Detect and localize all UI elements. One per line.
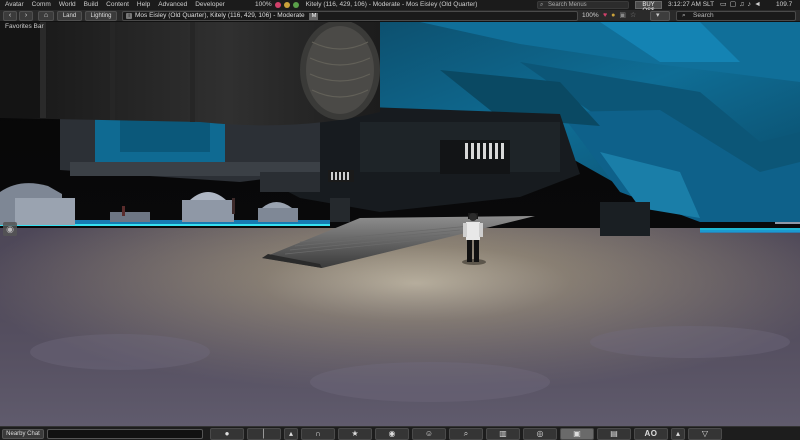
search-icon: ⌕ bbox=[463, 429, 469, 438]
voice-button[interactable]: ∩ bbox=[301, 428, 335, 440]
maturity-badge: M bbox=[309, 12, 319, 20]
nav-search-placeholder: Search bbox=[693, 12, 714, 19]
media-icon[interactable]: ▭ bbox=[720, 0, 727, 10]
info-icon[interactable]: i bbox=[126, 13, 132, 19]
back-button[interactable]: ‹ bbox=[3, 11, 17, 21]
toolbar-buttons: ● │ ▴ ∩ ★ ◉ ☺ ⌕ ▥ ◎ ▣ ▤ AO ▴ ▽ bbox=[210, 428, 722, 440]
chevron-up-icon: ▴ bbox=[675, 429, 680, 438]
music-icon[interactable]: ♫ bbox=[739, 0, 744, 10]
search-button[interactable]: ⌕ bbox=[449, 428, 483, 440]
location-text: Kitely (116, 429, 106) - Moderate - Mos … bbox=[305, 1, 478, 8]
menu-developer[interactable]: Developer bbox=[191, 0, 229, 10]
conversations-button[interactable]: ● bbox=[210, 428, 244, 440]
favorite-star-icon[interactable]: ☆ bbox=[630, 10, 636, 22]
speak-button[interactable]: │ bbox=[247, 428, 281, 440]
people-button[interactable]: ☺ bbox=[412, 428, 446, 440]
appearance-button[interactable]: ▽ bbox=[688, 428, 722, 440]
bottom-toolbar: Nearby Chat ● │ ▴ ∩ ★ ◉ ☺ ⌕ ▥ ◎ ▣ ▤ AO ▴… bbox=[0, 426, 800, 440]
camera-icon: ▣ bbox=[573, 429, 581, 438]
suitcase-icon: ▤ bbox=[610, 429, 618, 438]
menu-world[interactable]: World bbox=[55, 0, 80, 10]
menu-content[interactable]: Content bbox=[102, 0, 133, 10]
people-icon: ☺ bbox=[424, 429, 434, 438]
ao-button[interactable]: AO bbox=[634, 428, 668, 440]
menu-search-placeholder: Search Menus bbox=[548, 2, 587, 8]
health-icon bbox=[274, 2, 281, 8]
snapshot-button[interactable]: ▣ bbox=[560, 428, 594, 440]
minimap-button[interactable]: ◎ bbox=[523, 428, 557, 440]
voice-icon bbox=[283, 2, 290, 8]
search-icon: ⌕ bbox=[540, 2, 544, 8]
lighting-button[interactable]: Lighting bbox=[85, 11, 117, 21]
fps-counter: 109.7 bbox=[776, 1, 793, 8]
nearby-chat-button[interactable]: Nearby Chat bbox=[2, 429, 44, 439]
music-alt-icon[interactable]: ♪ bbox=[748, 0, 752, 10]
speaker-icon[interactable]: ◄ bbox=[754, 0, 761, 10]
shirt-icon: ▽ bbox=[701, 429, 709, 438]
land-button[interactable]: Land bbox=[57, 11, 82, 21]
address-text: Mos Eisley (Old Quarter), Kitely (116, 4… bbox=[135, 12, 305, 19]
ao-settings-button[interactable]: ▴ bbox=[671, 428, 685, 440]
menu-build[interactable]: Build bbox=[80, 0, 102, 10]
volume-level[interactable]: 100% bbox=[255, 0, 272, 10]
menu-help[interactable]: Help bbox=[133, 0, 154, 10]
menu-avatar[interactable]: Avatar bbox=[0, 0, 28, 10]
heart-icon[interactable]: ♥ bbox=[603, 10, 607, 22]
compass-icon: ◎ bbox=[536, 429, 544, 438]
chat-input[interactable] bbox=[47, 429, 203, 439]
chevron-down-icon: ▾ bbox=[656, 12, 660, 19]
headphones-icon: ∩ bbox=[315, 429, 321, 438]
address-bar[interactable]: i Mos Eisley (Old Quarter), Kitely (116,… bbox=[122, 11, 578, 21]
inventory-button[interactable]: ▤ bbox=[597, 428, 631, 440]
chevron-up-icon: ▴ bbox=[288, 429, 293, 438]
back-icon: ‹ bbox=[8, 12, 12, 19]
build-icon bbox=[292, 2, 299, 8]
script-icon[interactable]: ● bbox=[611, 10, 615, 22]
menu-status-area: 100% Kitely (116, 429, 106) - Moderate -… bbox=[255, 0, 477, 10]
buy-currency-button[interactable]: BUY OS$ bbox=[635, 1, 662, 14]
menu-comm[interactable]: Comm bbox=[28, 0, 55, 10]
nav-search-input[interactable]: ⌕ Search bbox=[676, 11, 796, 21]
view-button[interactable]: ◉ bbox=[375, 428, 409, 440]
speech-bubble-icon: ● bbox=[224, 429, 230, 438]
location-pin-icon[interactable]: ◉ bbox=[3, 222, 17, 236]
home-icon: ⌂ bbox=[43, 12, 49, 19]
search-icon: ⌕ bbox=[682, 12, 686, 19]
speak-settings-button[interactable]: ▴ bbox=[284, 428, 298, 440]
world-viewport[interactable]: ◉ bbox=[0, 22, 800, 426]
presence-icon[interactable]: ▢ bbox=[730, 0, 737, 10]
move-button[interactable]: ★ bbox=[338, 428, 372, 440]
clock: 3:12:27 AM SLT bbox=[668, 1, 715, 8]
eye-icon: ◉ bbox=[388, 429, 396, 438]
microphone-icon: │ bbox=[261, 429, 267, 438]
forward-button[interactable]: › bbox=[19, 11, 33, 21]
search-dropdown-button[interactable]: ▾ bbox=[650, 11, 670, 21]
map-button[interactable]: ▥ bbox=[486, 428, 520, 440]
walking-person-icon: ★ bbox=[351, 429, 359, 438]
map-icon: ▥ bbox=[499, 429, 507, 438]
home-button[interactable]: ⌂ bbox=[38, 11, 54, 21]
forward-icon: › bbox=[24, 12, 28, 19]
scene-render bbox=[0, 22, 800, 426]
menu-advanced[interactable]: Advanced bbox=[154, 0, 191, 10]
menu-search-input[interactable]: ⌕ Search Menus bbox=[537, 1, 629, 9]
parcel-icons: ♥ ● ▣ ☆ bbox=[603, 10, 636, 22]
build-allowed-icon[interactable]: ▣ bbox=[619, 10, 626, 22]
favorites-bar: Favorites Bar bbox=[5, 23, 44, 30]
zoom-level: 100% bbox=[582, 12, 599, 19]
system-icons: ▭ ▢ ♫ ♪ ◄ bbox=[720, 0, 761, 10]
